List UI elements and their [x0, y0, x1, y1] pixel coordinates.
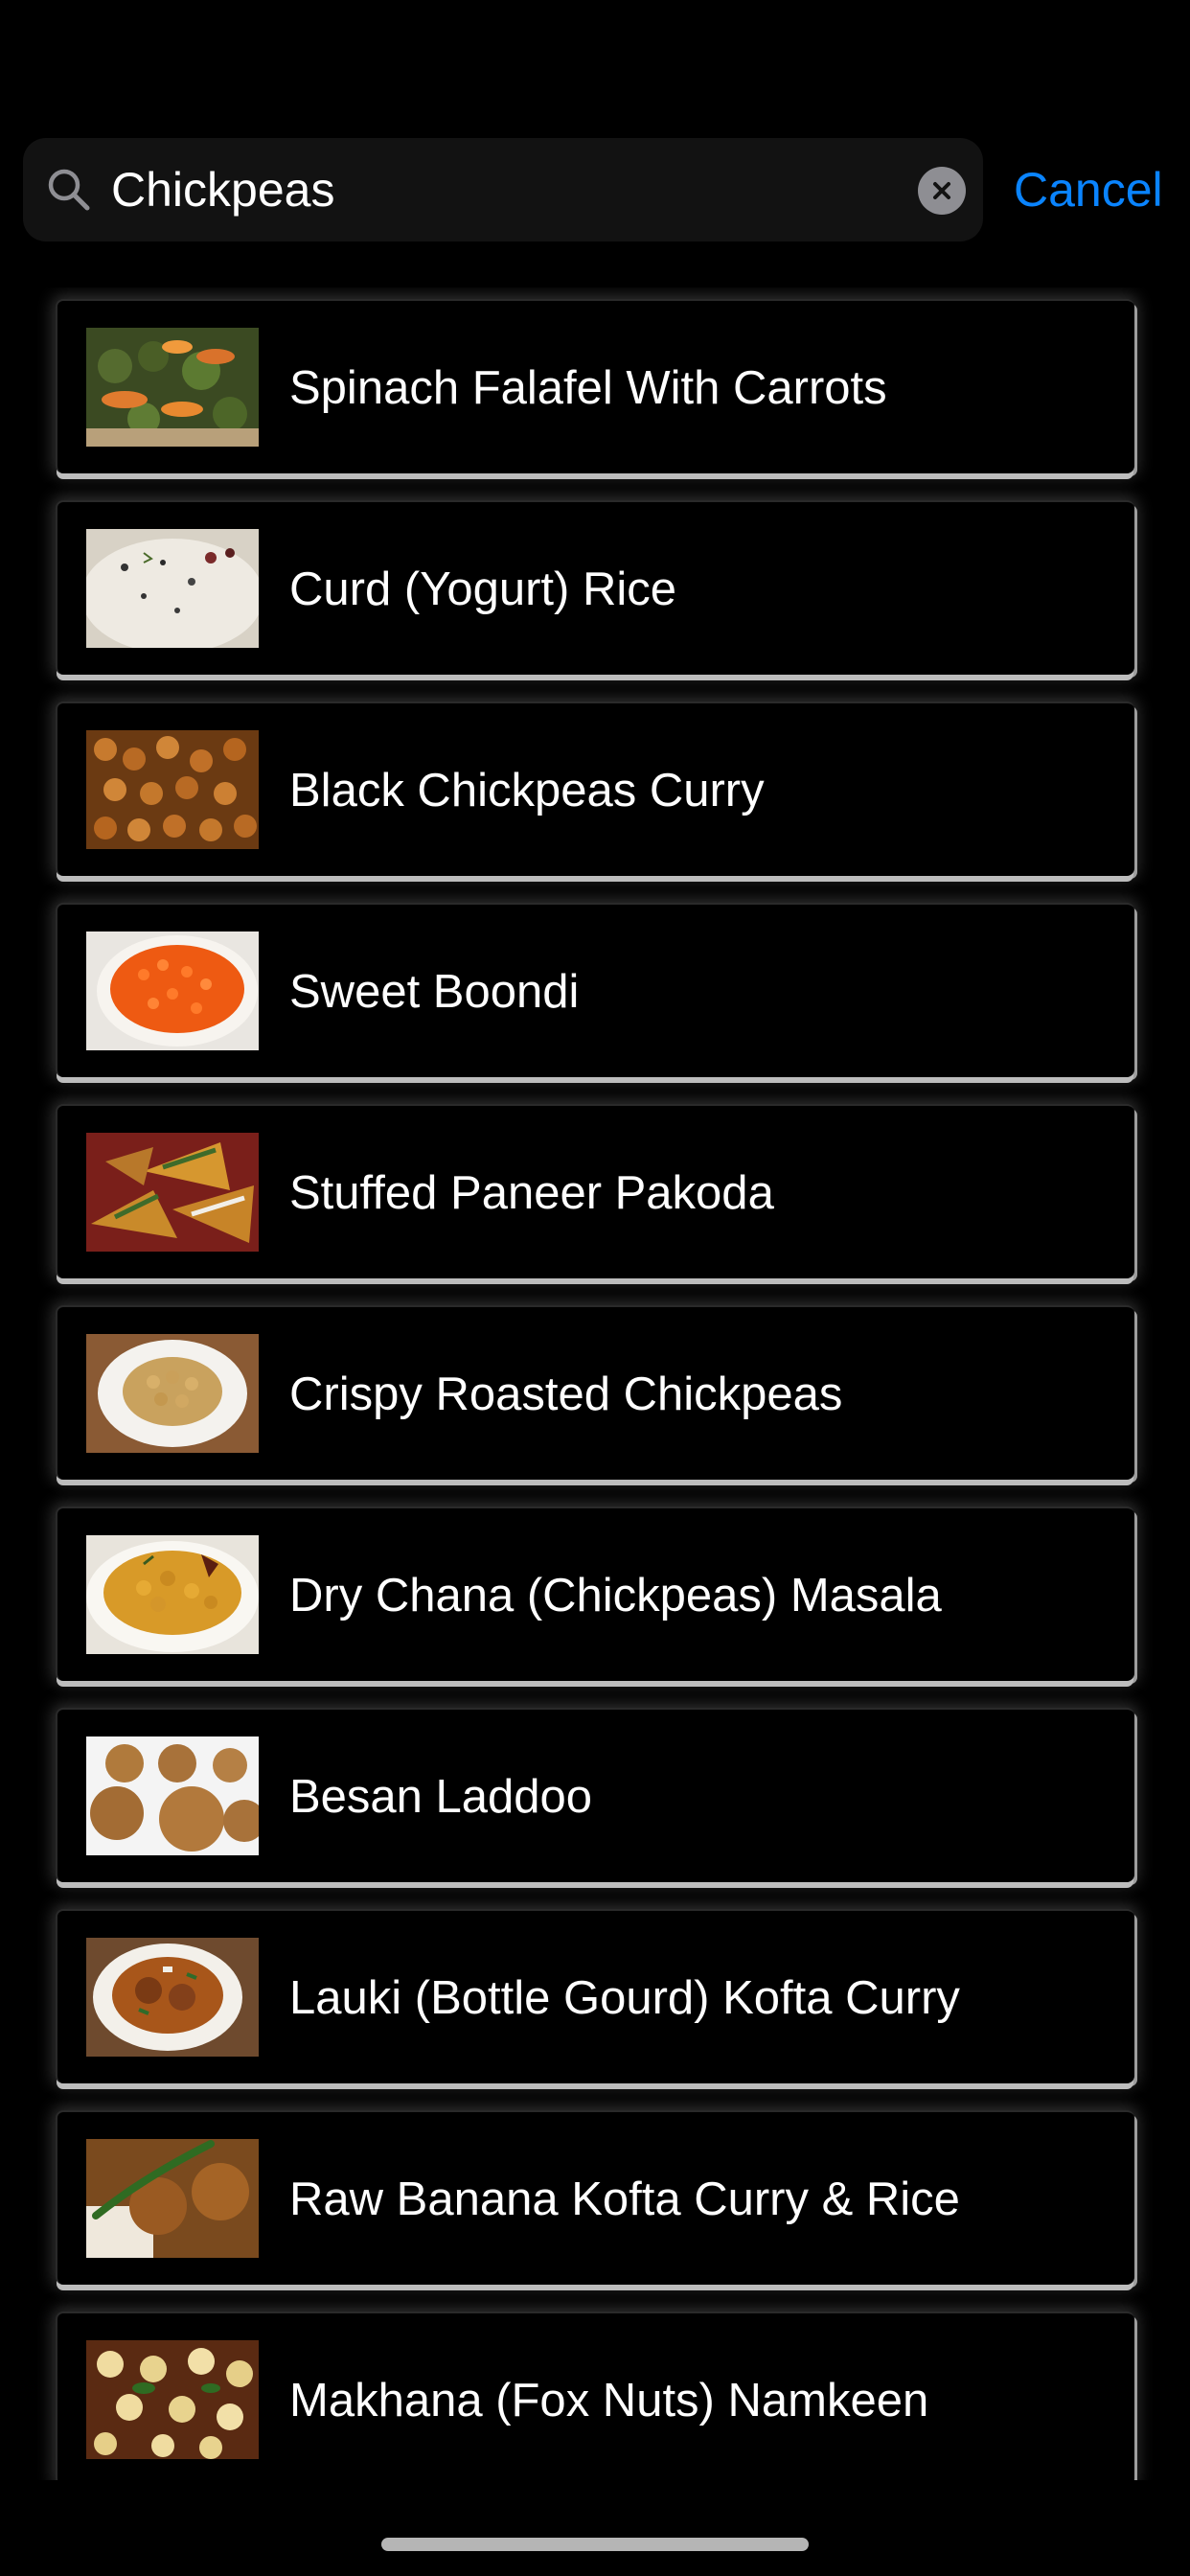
recipe-title: Besan Laddoo: [289, 1771, 593, 1823]
result-card[interactable]: Lauki (Bottle Gourd) Kofta Curry: [56, 1909, 1134, 2083]
home-indicator[interactable]: [381, 2538, 809, 2551]
clear-search-icon[interactable]: [918, 167, 966, 215]
recipe-thumbnail: [86, 1535, 259, 1654]
result-card[interactable]: Dry Chana (Chickpeas) Masala: [56, 1506, 1134, 1681]
recipe-title: Stuffed Paneer Pakoda: [289, 1167, 774, 1219]
result-card[interactable]: Stuffed Paneer Pakoda: [56, 1104, 1134, 1278]
search-input[interactable]: [111, 138, 897, 242]
recipe-thumbnail: [86, 730, 259, 849]
recipe-thumbnail: [86, 2139, 259, 2258]
recipe-title: Spinach Falafel With Carrots: [289, 362, 887, 414]
results-list[interactable]: Spinach Falafel With Carrots Curd (Yogur…: [0, 288, 1190, 2480]
result-card[interactable]: Black Chickpeas Curry: [56, 702, 1134, 876]
recipe-title: Raw Banana Kofta Curry & Rice: [289, 2174, 960, 2225]
recipe-thumbnail: [86, 932, 259, 1050]
recipe-thumbnail: [86, 529, 259, 648]
recipe-title: Black Chickpeas Curry: [289, 765, 765, 816]
result-card[interactable]: Raw Banana Kofta Curry & Rice: [56, 2110, 1134, 2285]
recipe-thumbnail: [86, 1938, 259, 2057]
recipe-title: Lauki (Bottle Gourd) Kofta Curry: [289, 1972, 960, 2024]
result-card[interactable]: Makhana (Fox Nuts) Namkeen: [56, 2312, 1134, 2480]
recipe-title: Sweet Boondi: [289, 966, 580, 1018]
result-card[interactable]: Sweet Boondi: [56, 903, 1134, 1077]
recipe-title: Dry Chana (Chickpeas) Masala: [289, 1570, 942, 1622]
result-card[interactable]: Crispy Roasted Chickpeas: [56, 1305, 1134, 1480]
search-bar[interactable]: [23, 138, 983, 242]
recipe-title: Curd (Yogurt) Rice: [289, 564, 676, 615]
result-card[interactable]: Besan Laddoo: [56, 1708, 1134, 1882]
result-card[interactable]: Spinach Falafel With Carrots: [56, 299, 1134, 473]
result-card[interactable]: Curd (Yogurt) Rice: [56, 500, 1134, 675]
recipe-thumbnail: [86, 2340, 259, 2459]
recipe-thumbnail: [86, 1736, 259, 1855]
recipe-thumbnail: [86, 1334, 259, 1453]
recipe-title: Makhana (Fox Nuts) Namkeen: [289, 2375, 929, 2426]
search-icon: [44, 165, 94, 215]
cancel-button[interactable]: Cancel: [1014, 138, 1163, 242]
recipe-thumbnail: [86, 1133, 259, 1252]
recipe-title: Crispy Roasted Chickpeas: [289, 1368, 843, 1420]
recipe-thumbnail: [86, 328, 259, 447]
